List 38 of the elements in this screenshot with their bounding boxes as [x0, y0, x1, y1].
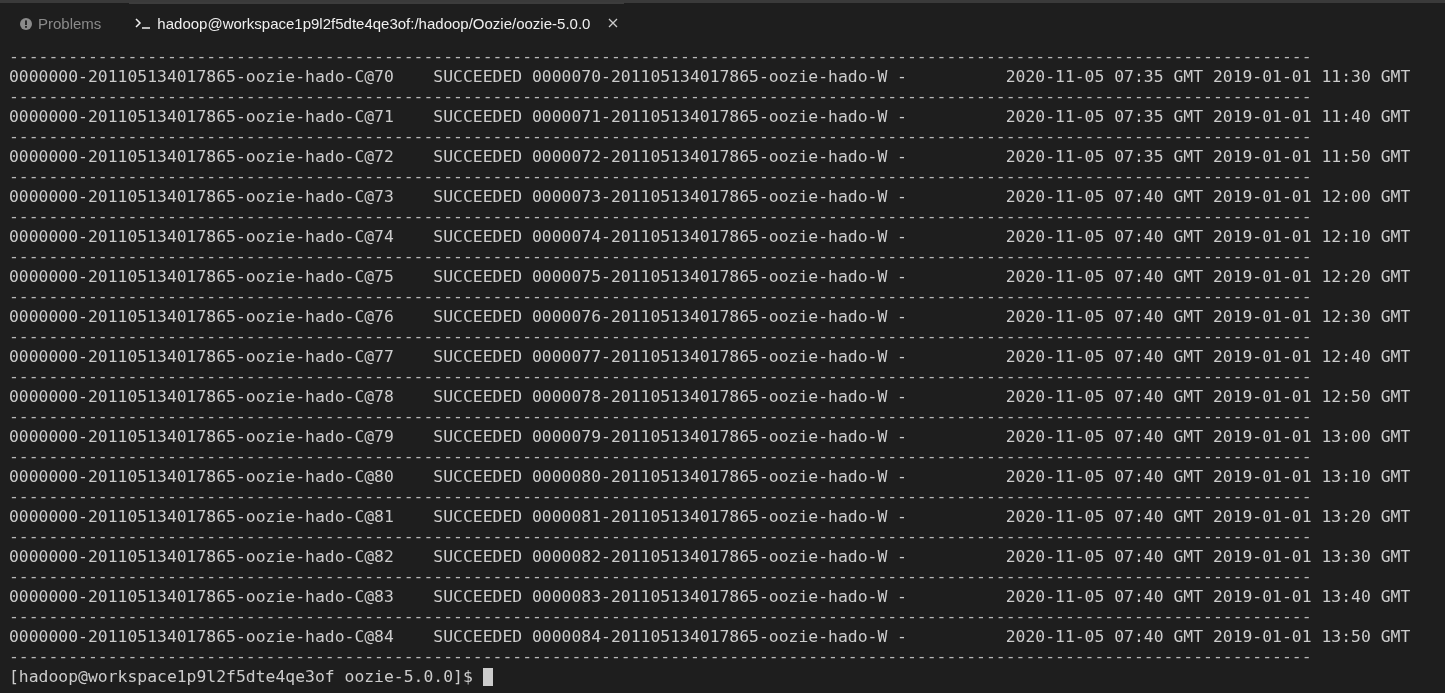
job-row: 0000000-201105134017865-oozie-hado-C@72 SUCCEEDED 0000072-201105134017865-oozie-hado-W - 2020-11-05 07:35 GMT 2019-01-01 11:50 GMT	[9, 147, 1411, 167]
dashed-separator: ------------------------------------------------------------------------------------------------------------------------------------	[9, 607, 1312, 627]
dashed-separator: ------------------------------------------------------------------------------------------------------------------------------------	[9, 647, 1312, 667]
info-icon	[20, 17, 32, 30]
dashed-separator: ------------------------------------------------------------------------------------------------------------------------------------	[9, 567, 1312, 587]
job-row: 0000000-201105134017865-oozie-hado-C@71 SUCCEEDED 0000071-201105134017865-oozie-hado-W - 2020-11-05 07:35 GMT 2019-01-01 11:40 GMT	[9, 107, 1411, 127]
dashed-separator: ------------------------------------------------------------------------------------------------------------------------------------	[9, 527, 1312, 547]
job-row: 0000000-201105134017865-oozie-hado-C@83 SUCCEEDED 0000083-201105134017865-oozie-hado-W - 2020-11-05 07:40 GMT 2019-01-01 13:40 GMT	[9, 587, 1411, 607]
dashed-separator: ------------------------------------------------------------------------------------------------------------------------------------	[9, 247, 1312, 267]
dashed-separator: ------------------------------------------------------------------------------------------------------------------------------------	[9, 447, 1312, 467]
dashed-separator: ------------------------------------------------------------------------------------------------------------------------------------	[9, 487, 1312, 507]
dashed-separator: ------------------------------------------------------------------------------------------------------------------------------------	[9, 407, 1312, 427]
job-row: 0000000-201105134017865-oozie-hado-C@75 SUCCEEDED 0000075-201105134017865-oozie-hado-W - 2020-11-05 07:40 GMT 2019-01-01 12:20 GMT	[9, 267, 1411, 287]
job-row: 0000000-201105134017865-oozie-hado-C@77 SUCCEEDED 0000077-201105134017865-oozie-hado-W - 2020-11-05 07:40 GMT 2019-01-01 12:40 GMT	[9, 347, 1411, 367]
dashed-separator: ------------------------------------------------------------------------------------------------------------------------------------	[9, 47, 1312, 67]
dashed-separator: ------------------------------------------------------------------------------------------------------------------------------------	[9, 87, 1312, 107]
job-row: 0000000-201105134017865-oozie-hado-C@80 SUCCEEDED 0000080-201105134017865-oozie-hado-W - 2020-11-05 07:40 GMT 2019-01-01 13:10 GMT	[9, 467, 1411, 487]
job-row: 0000000-201105134017865-oozie-hado-C@78 SUCCEEDED 0000078-201105134017865-oozie-hado-W - 2020-11-05 07:40 GMT 2019-01-01 12:50 GMT	[9, 387, 1411, 407]
job-row: 0000000-201105134017865-oozie-hado-C@70 SUCCEEDED 0000070-201105134017865-oozie-hado-W - 2020-11-05 07:35 GMT 2019-01-01 11:30 GMT	[9, 67, 1411, 87]
dashed-separator: ------------------------------------------------------------------------------------------------------------------------------------	[9, 367, 1312, 387]
dashed-separator: ------------------------------------------------------------------------------------------------------------------------------------	[9, 127, 1312, 147]
dashed-separator: ------------------------------------------------------------------------------------------------------------------------------------	[9, 327, 1312, 347]
dashed-separator: ------------------------------------------------------------------------------------------------------------------------------------	[9, 167, 1312, 187]
job-row: 0000000-201105134017865-oozie-hado-C@84 SUCCEEDED 0000084-201105134017865-oozie-hado-W - 2020-11-05 07:40 GMT 2019-01-01 13:50 GMT	[9, 627, 1411, 647]
close-icon[interactable]	[608, 18, 619, 28]
job-row: 0000000-201105134017865-oozie-hado-C@82 SUCCEEDED 0000082-201105134017865-oozie-hado-W - 2020-11-05 07:40 GMT 2019-01-01 13:30 GMT	[9, 547, 1411, 567]
panel-tab[interactable]: Problems	[14, 3, 108, 44]
dashed-separator: ------------------------------------------------------------------------------------------------------------------------------------	[9, 207, 1312, 227]
job-row: 0000000-201105134017865-oozie-hado-C@81 SUCCEEDED 0000081-201105134017865-oozie-hado-W - 2020-11-05 07:40 GMT 2019-01-01 13:20 GMT	[9, 507, 1411, 527]
panel-tab[interactable]: hadoop@workspace1p9l2f5dte4qe3of:/hadoop/Oozie/oozie-5.0.0	[129, 1, 625, 43]
terminal-cursor	[482, 668, 493, 686]
job-row: 0000000-201105134017865-oozie-hado-C@76 SUCCEEDED 0000076-201105134017865-oozie-hado-W - 2020-11-05 07:40 GMT 2019-01-01 12:30 GMT	[9, 307, 1411, 327]
job-row: 0000000-201105134017865-oozie-hado-C@79 SUCCEEDED 0000079-201105134017865-oozie-hado-W - 2020-11-05 07:40 GMT 2019-01-01 13:00 GMT	[9, 427, 1411, 447]
dashed-separator: ------------------------------------------------------------------------------------------------------------------------------------	[9, 287, 1312, 307]
terminal-icon	[135, 17, 152, 29]
job-row: 0000000-201105134017865-oozie-hado-C@73 SUCCEEDED 0000073-201105134017865-oozie-hado-W - 2020-11-05 07:40 GMT 2019-01-01 12:00 GMT	[9, 187, 1411, 207]
job-row: 0000000-201105134017865-oozie-hado-C@74 SUCCEEDED 0000074-201105134017865-oozie-hado-W - 2020-11-05 07:40 GMT 2019-01-01 12:10 GMT	[9, 227, 1411, 247]
shell-prompt: [hadoop@workspace1p9l2f5dte4qe3of oozie-5.0.0]$	[9, 667, 473, 687]
